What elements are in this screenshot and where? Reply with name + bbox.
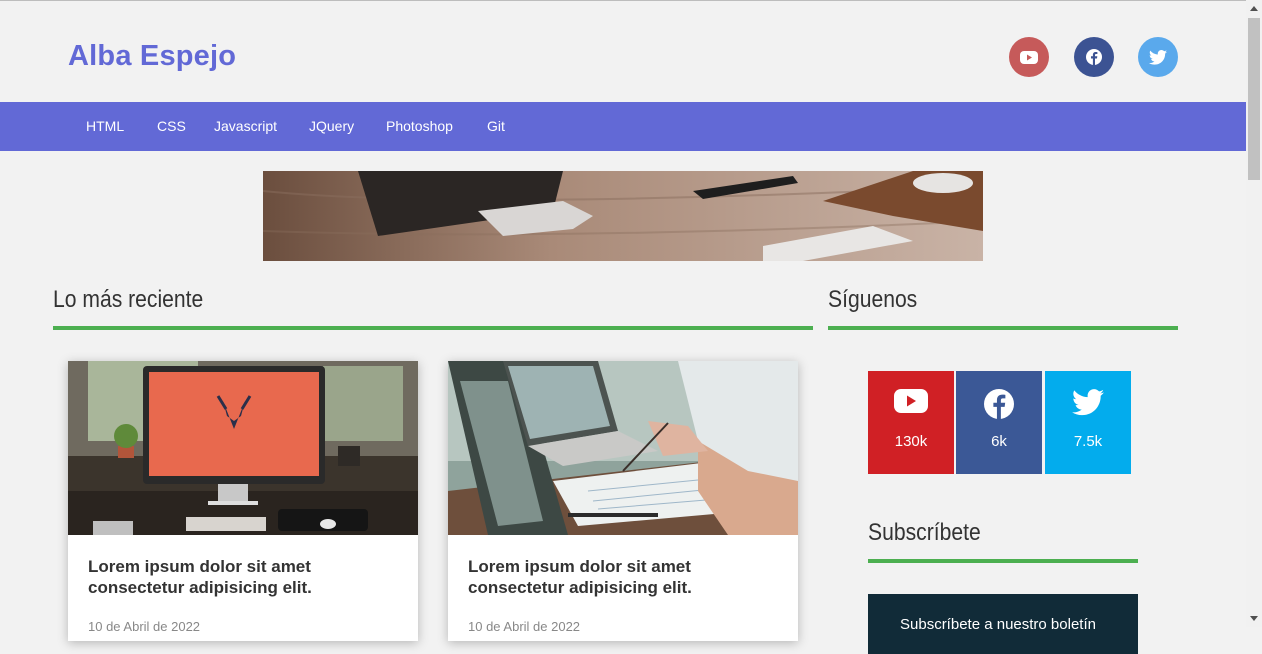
youtube-count: 130k xyxy=(894,433,928,450)
follow-section-underline xyxy=(828,326,1178,330)
twitter-icon xyxy=(1072,389,1104,416)
facebook-count: 6k xyxy=(991,433,1007,450)
facebook-header-link[interactable] xyxy=(1074,37,1114,77)
youtube-icon xyxy=(894,389,928,413)
banner-image xyxy=(263,171,983,261)
scrollbar-thumb[interactable] xyxy=(1248,18,1260,180)
post-card[interactable]: Lorem ipsum dolor sit amet consectetur a… xyxy=(448,361,798,641)
facebook-icon xyxy=(984,389,1014,419)
post-image xyxy=(68,361,418,535)
window-top-border xyxy=(0,0,1262,1)
nav-item-jquery[interactable]: JQuery xyxy=(309,102,354,151)
nav-item-css[interactable]: CSS xyxy=(157,102,186,151)
recent-section-title: Lo más reciente xyxy=(53,286,204,313)
subscribe-box: Subscríbete a nuestro boletín xyxy=(868,594,1138,654)
main-nav: HTML CSS Javascript JQuery Photoshop Git xyxy=(0,102,1246,151)
subscribe-text: Subscríbete a nuestro boletín xyxy=(900,616,1096,633)
youtube-header-link[interactable] xyxy=(1009,37,1049,77)
subscribe-section-title: Subscríbete xyxy=(868,519,981,546)
recent-section-underline xyxy=(53,326,813,330)
post-image xyxy=(448,361,798,535)
twitter-icon xyxy=(1149,49,1167,65)
twitter-count: 7.5k xyxy=(1073,433,1103,450)
site-brand[interactable]: Alba Espejo xyxy=(68,40,236,73)
scroll-up-arrow-icon[interactable] xyxy=(1250,6,1258,11)
follow-facebook[interactable]: 6k xyxy=(956,371,1042,474)
vertical-scrollbar[interactable] xyxy=(1246,0,1262,627)
scroll-down-arrow-icon[interactable] xyxy=(1250,616,1258,621)
twitter-header-link[interactable] xyxy=(1138,37,1178,77)
follow-section-title: Síguenos xyxy=(828,286,918,313)
post-card[interactable]: Lorem ipsum dolor sit amet consectetur a… xyxy=(68,361,418,641)
nav-item-javascript[interactable]: Javascript xyxy=(214,102,277,151)
nav-item-git[interactable]: Git xyxy=(487,102,505,151)
post-title[interactable]: Lorem ipsum dolor sit amet consectetur a… xyxy=(88,556,388,598)
post-title[interactable]: Lorem ipsum dolor sit amet consectetur a… xyxy=(468,556,768,598)
follow-twitter[interactable]: 7.5k xyxy=(1045,371,1131,474)
nav-item-photoshop[interactable]: Photoshop xyxy=(386,102,453,151)
facebook-icon xyxy=(1086,49,1102,65)
youtube-icon xyxy=(1020,50,1038,64)
follow-youtube[interactable]: 130k xyxy=(868,371,954,474)
nav-item-html[interactable]: HTML xyxy=(86,102,124,151)
subscribe-section-underline xyxy=(868,559,1138,563)
